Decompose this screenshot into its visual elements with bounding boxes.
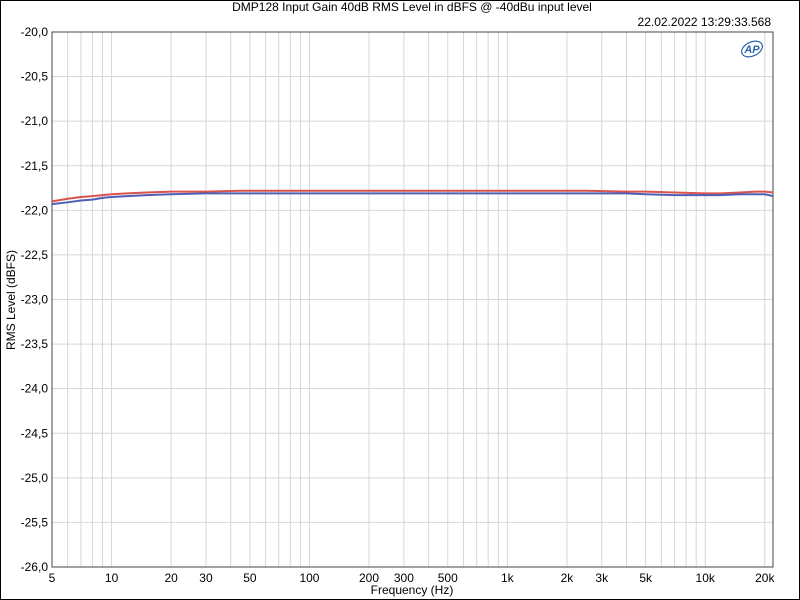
y-tick-label: -21,0 xyxy=(21,114,49,128)
series-group xyxy=(51,189,774,206)
x-tick-label: 1k xyxy=(501,571,515,585)
y-tick-label: -20,0 xyxy=(21,25,49,39)
x-tick-label: 20 xyxy=(164,571,178,585)
x-tick-label: 20k xyxy=(755,571,775,585)
y-tick-label: -22,0 xyxy=(21,203,49,217)
x-tick-label: 30 xyxy=(199,571,213,585)
timestamp: 22.02.2022 13:29:33.568 xyxy=(638,15,772,29)
y-tick-label: -25,5 xyxy=(21,515,49,529)
x-tick-label: 5 xyxy=(49,571,56,585)
y-tick-label: -26,0 xyxy=(21,560,49,574)
x-tick-label: 100 xyxy=(299,571,319,585)
x-tick-label: 10k xyxy=(696,571,716,585)
y-tick-label: -20,5 xyxy=(21,70,49,84)
y-tick-label: -24,5 xyxy=(21,426,49,440)
series-line-2 xyxy=(51,192,774,206)
grid xyxy=(52,31,773,568)
ap-logo-text: AP xyxy=(743,44,760,56)
x-tick-label: 50 xyxy=(243,571,257,585)
y-axis-ticks: -20,0 -20,5 -21,0 -21,5 -22,0 -22,5 -23,0 -23,5… xyxy=(21,25,49,574)
y-tick-label: -25,0 xyxy=(21,471,49,485)
y-tick-label: -23,5 xyxy=(21,337,49,351)
x-axis-label: Frequency (Hz) xyxy=(371,583,454,597)
y-tick-label: -21,5 xyxy=(21,159,49,173)
x-tick-label: 3k xyxy=(595,571,609,585)
series-line-1 xyxy=(51,189,774,203)
chart-svg: DMP128 Input Gain 40dB RMS Level in dBFS… xyxy=(4,0,775,597)
y-axis-label: RMS Level (dBFS) xyxy=(4,250,18,350)
x-tick-label: 10 xyxy=(105,571,119,585)
y-tick-label: -23,0 xyxy=(21,293,49,307)
y-tick-label: -22,5 xyxy=(21,248,49,262)
chart-title: DMP128 Input Gain 40dB RMS Level in dBFS… xyxy=(232,0,592,14)
y-tick-label: -24,0 xyxy=(21,382,49,396)
x-tick-label: 2k xyxy=(561,571,575,585)
x-tick-label: 5k xyxy=(639,571,653,585)
ap-logo: AP xyxy=(741,40,763,58)
